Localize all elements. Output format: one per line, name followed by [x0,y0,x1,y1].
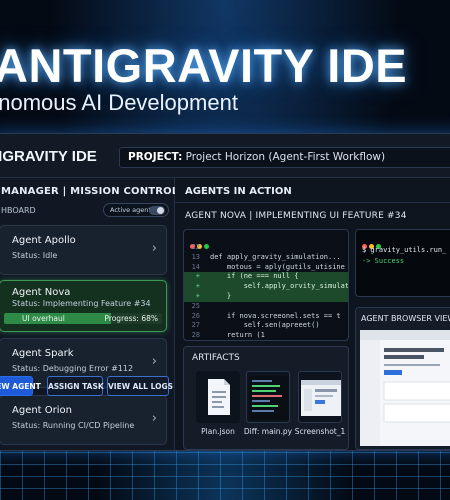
dashboard-label: HBOARD [1,206,36,215]
agent-name: Agent Apollo [12,235,76,246]
artifact-label: Plan.json [201,427,235,436]
line-number: 13 [191,252,200,261]
agent-name: Agent Nova [12,287,71,298]
ide-header: TIGRAVITY IDE PROJECT: Project Horizon (… [0,134,450,178]
browser-screenshot[interactable] [360,330,450,446]
chevron-right-icon: › [151,411,157,426]
code-line: 13 def apply_gravity_simulation... [184,252,348,263]
code-text: return (1 [210,331,265,340]
hero-title: ANTIGRAVITY IDE [0,39,408,92]
agent-status: Status: Implementing Feature #34 [12,299,151,308]
assign-task-button[interactable]: ASSIGN TASK [47,376,104,396]
line-number: + [195,291,200,300]
progress-bar: UI overhaul Progress: 68% [4,313,162,324]
artifact-label: Screenshot_1 [294,427,346,436]
active-agents-toggle[interactable]: Active agents [103,203,169,217]
progress-percent: Progress: 68% [104,314,158,323]
terminal-command: $ gravity_utils.run_ [362,246,447,254]
code-lines: 22 13 def apply_gravity_simulation... 14 mo… [184,243,349,340]
code-text: self.apply_orvity_simulat [210,282,349,291]
line-number: 28 [191,331,200,340]
artifacts-panel: ARTIFACTS Plan.json Diff: main.py Screen… [183,346,349,450]
artifact-screenshot[interactable] [298,371,342,423]
code-line: 26 if nova.screeonel.sets == t [184,311,348,322]
ide-window: TIGRAVITY IDE PROJECT: Project Horizon (… [0,133,450,451]
code-line: 22 [184,243,348,253]
agent-name: Agent Orion [12,405,72,416]
agent-status: Status: Idle [12,251,58,260]
terminal-window[interactable]: $ gravity_utils.run_ -> Success [355,229,450,297]
code-line: 14 motous = aply(gutils_utisine [184,262,348,273]
project-label: PROJECT: [128,151,183,163]
code-text: def apply_gravity_simulation... [210,252,341,261]
browser-view-title: AGENT BROWSER VIEW [361,314,450,323]
view-all-logs-button[interactable]: VIEW ALL LOGS [107,376,173,396]
code-text: if nova.screeonel.sets == t [210,311,341,320]
agent-card-orion[interactable]: Agent Orion Status: Running CI/CD Pipeli… [0,395,167,445]
code-text: if (ne === null { [210,272,299,281]
code-line-added: + if (ne === null { [184,272,348,283]
agent-nova-title: AGENT NOVA | IMPLEMENTING UI FEATURE #34 [185,211,407,221]
code-line-added: + self.apply_orvity_simulat [184,282,349,292]
project-name: Project Horizon (Agent-First Workflow) [185,151,386,163]
line-number: 26 [191,311,200,320]
code-text: self.sen(apreeet() [210,321,320,330]
line-number: + [195,282,200,291]
agent-name: Agent Spark [12,348,74,359]
agent-browser-view: AGENT BROWSER VIEW [355,307,450,450]
code-editor[interactable]: 22 13 def apply_gravity_simulation... 14 mo… [183,229,349,341]
chevron-right-icon: › [151,241,157,256]
code-line: 25 [184,301,348,312]
artifacts-title: ARTIFACTS [192,353,240,363]
line-number: 27 [191,321,200,330]
progress-task: UI overhaul [22,314,65,323]
mission-control-panel: MANAGER | MISSION CONTROL HBOARD Active … [0,178,179,450]
code-diff-icon [249,376,289,420]
mission-control-title: MANAGER | MISSION CONTROL [1,186,179,197]
code-text: } [210,291,232,300]
webpage-preview-icon [360,330,450,446]
active-agents-label: Active agents [110,206,155,214]
code-line: 27 self.sen(apreeet() [184,321,348,331]
line-number: + [195,272,200,281]
line-number: 25 [191,301,200,310]
terminal-result: -> Success [362,257,405,265]
line-number: 22 [191,243,200,251]
code-line: 28 return (1 [184,331,348,340]
agents-in-action-title: AGENTS IN ACTION [185,186,292,197]
screenshot-icon [301,380,341,416]
project-selector[interactable]: PROJECT: Project Horizon (Agent-First Wo… [119,147,450,168]
agent-status: Status: Running CI/CD Pipeline [12,421,135,430]
agent-nova-panel: AGENT NOVA | IMPLEMENTING UI FEATURE #34… [175,202,450,450]
agents-in-action-panel: AGENTS IN ACTION AGENT NOVA | IMPLEMENTI… [175,178,450,450]
toggle-switch-icon [149,206,165,215]
artifact-diff-main[interactable] [246,371,290,423]
artifact-label: Diff: main.py [243,427,293,436]
hero-subtitle: onomous AI Development [0,90,238,115]
artifact-plan-json[interactable] [196,371,240,423]
agent-status: Status: Debugging Error #112 [12,364,134,373]
agent-card-nova[interactable]: Agent Nova Status: Implementing Feature … [0,280,167,332]
ide-logo: TIGRAVITY IDE [0,148,97,165]
chevron-right-icon: › [151,354,157,369]
line-number: 14 [191,262,200,271]
new-agent-button[interactable]: NEW AGENT [0,376,41,396]
document-icon [208,379,230,415]
code-text: motous = aply(gutils_utisine [210,262,345,271]
agent-card-apollo[interactable]: Agent Apollo Status: Idle › [0,225,167,275]
code-line-added: + } [184,291,348,302]
